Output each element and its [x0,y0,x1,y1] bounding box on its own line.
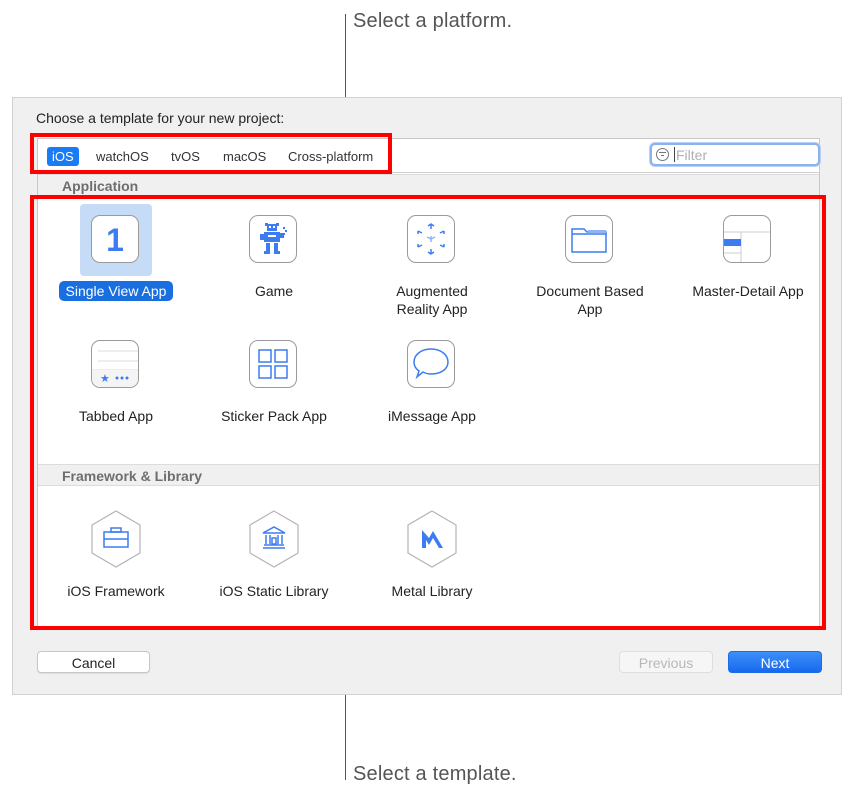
tab-tvos[interactable]: tvOS [166,147,205,166]
filter-icon [656,148,669,161]
template-ios-framework[interactable]: iOS Framework [36,504,196,601]
template-ios-static-library[interactable]: iOS Static Library [194,504,354,601]
sticker-pack-icon [249,340,297,388]
platform-bar: iOS watchOS tvOS macOS Cross-platform [38,139,820,173]
filter-input[interactable] [676,145,806,164]
dialog-prompt: Choose a template for your new project: [36,110,285,126]
template-label: Master-Detail App [692,283,804,299]
template-document-based-app[interactable]: Document Based App [510,204,670,319]
metal-icon [407,510,457,568]
template-game[interactable]: Game [194,204,354,301]
filter-field[interactable] [650,143,820,166]
previous-button[interactable]: Previous [619,651,713,673]
svg-text:★: ★ [100,372,110,385]
template-label: Augmented Reality App [396,283,468,317]
single-view-app-icon: 1 [91,215,139,263]
master-detail-icon [723,215,771,263]
library-building-icon [249,510,299,568]
template-label: Sticker Pack App [221,408,327,424]
folder-icon [565,215,613,263]
template-label: iMessage App [388,408,476,424]
toolbox-icon [91,510,141,568]
cancel-button[interactable]: Cancel [37,651,150,673]
tabbed-app-icon: ★ [91,340,139,388]
template-tabbed-app[interactable]: ★ Tabbed App [36,329,196,426]
next-button[interactable]: Next [728,651,822,673]
game-icon [249,215,297,263]
template-master-detail-app[interactable]: Master-Detail App [668,204,828,301]
tab-watchos[interactable]: watchOS [91,147,154,166]
template-label: iOS Static Library [219,583,329,599]
text-caret [674,147,675,162]
template-label: Document Based App [536,283,644,317]
new-project-dialog: Choose a template for your new project: … [12,97,842,695]
tab-macos[interactable]: macOS [218,147,271,166]
augmented-reality-icon [407,215,455,263]
svg-text:1: 1 [106,222,124,258]
section-header-application: Application [38,174,819,196]
template-label: Tabbed App [79,408,153,424]
callout-select-platform: Select a platform. [353,10,513,32]
callout-select-template: Select a template. [353,763,517,785]
tab-cross-platform[interactable]: Cross-platform [283,147,378,166]
template-single-view-app[interactable]: 1 Single View App [36,204,196,301]
tab-ios[interactable]: iOS [47,147,79,166]
template-panel: iOS watchOS tvOS macOS Cross-platform Ap… [37,138,820,628]
template-label: iOS Framework [67,583,165,599]
template-augmented-reality-app[interactable]: Augmented Reality App [352,204,512,319]
template-label: Game [254,283,294,299]
template-sticker-pack-app[interactable]: Sticker Pack App [194,329,354,426]
section-header-framework-library: Framework & Library [38,464,819,486]
template-metal-library[interactable]: Metal Library [352,504,512,601]
message-bubble-icon [407,340,455,388]
template-imessage-app[interactable]: iMessage App [352,329,512,426]
template-label: Single View App [58,281,174,301]
template-label: Metal Library [391,583,473,599]
